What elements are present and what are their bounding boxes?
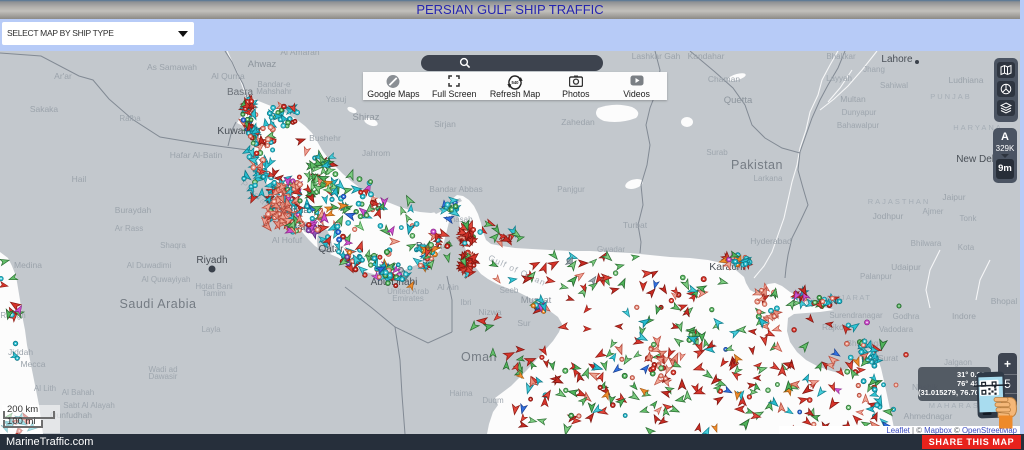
svg-text:Yasuj: Yasuj	[326, 94, 347, 104]
svg-text:Tonk: Tonk	[960, 214, 978, 223]
svg-text:Rafha: Rafha	[119, 114, 141, 123]
svg-text:Al Ain: Al Ain	[437, 282, 459, 292]
svg-text:Pakistan: Pakistan	[731, 158, 783, 172]
svg-text:Mahshahr: Mahshahr	[256, 87, 292, 96]
svg-text:Surab: Surab	[706, 148, 728, 157]
svg-text:Tamim: Tamim	[202, 289, 226, 298]
svg-text:Godhra: Godhra	[893, 312, 920, 321]
svg-text:Nizwa: Nizwa	[478, 307, 501, 317]
svg-text:Emirates: Emirates	[392, 294, 424, 303]
svg-text:Jodhpur: Jodhpur	[873, 211, 904, 221]
svg-text:Al Amarah: Al Amarah	[280, 51, 319, 57]
svg-text:Jhang: Jhang	[863, 65, 885, 74]
svg-text:Bushehr: Bushehr	[309, 133, 341, 143]
svg-text:Ar'ar: Ar'ar	[54, 71, 72, 81]
svg-text:Udaipur: Udaipur	[891, 262, 921, 272]
svg-text:Seeb: Seeb	[500, 286, 519, 295]
svg-text:Medina: Medina	[14, 260, 42, 270]
svg-text:Quetta: Quetta	[724, 95, 753, 106]
svg-text:Saudi Arabia: Saudi Arabia	[120, 297, 197, 311]
svg-text:Dunyapur: Dunyapur	[842, 108, 877, 117]
svg-text:Duqm: Duqm	[482, 396, 504, 405]
svg-text:Surendranagar: Surendranagar	[829, 311, 883, 320]
svg-text:Sabt Al Alayah: Sabt Al Alayah	[63, 401, 115, 410]
svg-text:Larkana: Larkana	[754, 174, 783, 183]
svg-text:Hyderabad: Hyderabad	[750, 236, 792, 246]
svg-text:Sur: Sur	[517, 318, 530, 328]
svg-text:Hail: Hail	[72, 174, 87, 184]
svg-text:Layla: Layla	[201, 325, 221, 334]
svg-text:Ahmednagar: Ahmednagar	[904, 411, 953, 421]
svg-text:Dawasir: Dawasir	[149, 372, 178, 381]
svg-text:Jiddah: Jiddah	[8, 347, 33, 357]
svg-text:RAJASTHAN: RAJASTHAN	[868, 197, 931, 206]
svg-text:Sahiwal: Sahiwal	[880, 81, 908, 90]
svg-text:Ajmer: Ajmer	[923, 207, 944, 216]
svg-text:Indore: Indore	[952, 311, 976, 321]
svg-text:Mecca: Mecca	[20, 359, 45, 369]
svg-text:PUNJAB: PUNJAB	[930, 92, 972, 101]
svg-text:Surat: Surat	[878, 353, 899, 363]
svg-text:Al Lith: Al Lith	[34, 384, 56, 393]
svg-text:Hafar Al-Batin: Hafar Al-Batin	[170, 150, 223, 160]
svg-text:Kandahar: Kandahar	[688, 51, 725, 61]
svg-text:Jaipur: Jaipur	[942, 192, 965, 202]
svg-text:540: 540	[511, 80, 519, 85]
svg-text:Vadodara: Vadodara	[879, 325, 914, 334]
svg-text:Shiraz: Shiraz	[353, 112, 380, 123]
svg-text:Sirjan: Sirjan	[434, 119, 456, 129]
svg-text:Palanpur: Palanpur	[860, 272, 892, 281]
svg-text:Panjgur: Panjgur	[557, 185, 585, 194]
svg-text:Turbat: Turbat	[623, 220, 648, 230]
svg-text:Ahwaz: Ahwaz	[248, 59, 277, 70]
svg-text:Layyah: Layyah	[826, 74, 852, 83]
svg-text:Bhakkar: Bhakkar	[826, 52, 856, 61]
svg-text:Jahrom: Jahrom	[362, 148, 390, 158]
svg-text:Zahedan: Zahedan	[561, 117, 595, 127]
svg-text:Multan: Multan	[840, 94, 866, 104]
svg-text:As Samawah: As Samawah	[147, 62, 197, 72]
svg-text:Jalgaon: Jalgaon	[944, 358, 972, 367]
svg-text:Buraydah: Buraydah	[115, 205, 152, 215]
svg-text:Gwadar: Gwadar	[597, 245, 625, 254]
svg-text:Bandar Abbas: Bandar Abbas	[429, 184, 482, 194]
svg-text:Sakaka: Sakaka	[30, 104, 59, 114]
svg-text:Lashkar Gah: Lashkar Gah	[632, 51, 681, 61]
svg-text:Riyadh: Riyadh	[196, 255, 227, 266]
svg-text:Al Bahah: Al Bahah	[62, 388, 94, 397]
svg-text:Bhilwara: Bhilwara	[911, 239, 942, 248]
svg-text:Al Quwayiyah: Al Quwayiyah	[142, 275, 191, 284]
svg-text:Chaman: Chaman	[708, 74, 740, 84]
svg-text:Shaqra: Shaqra	[160, 241, 186, 250]
svg-text:Bahawalpur: Bahawalpur	[837, 121, 880, 130]
svg-text:Kota: Kota	[958, 243, 975, 252]
svg-text:Ar Rass: Ar Rass	[115, 224, 143, 233]
svg-text:Haima: Haima	[449, 389, 473, 398]
svg-text:Ibri: Ibri	[460, 298, 471, 307]
svg-text:Al Qurna: Al Qurna	[211, 71, 245, 81]
svg-text:Al Duwadimi: Al Duwadimi	[127, 261, 172, 270]
svg-text:Lahore: Lahore	[881, 54, 913, 65]
svg-text:Al Hofuf: Al Hofuf	[272, 235, 303, 245]
svg-text:Ludhiana: Ludhiana	[949, 75, 984, 85]
svg-text:Bhopal: Bhopal	[991, 296, 1018, 306]
